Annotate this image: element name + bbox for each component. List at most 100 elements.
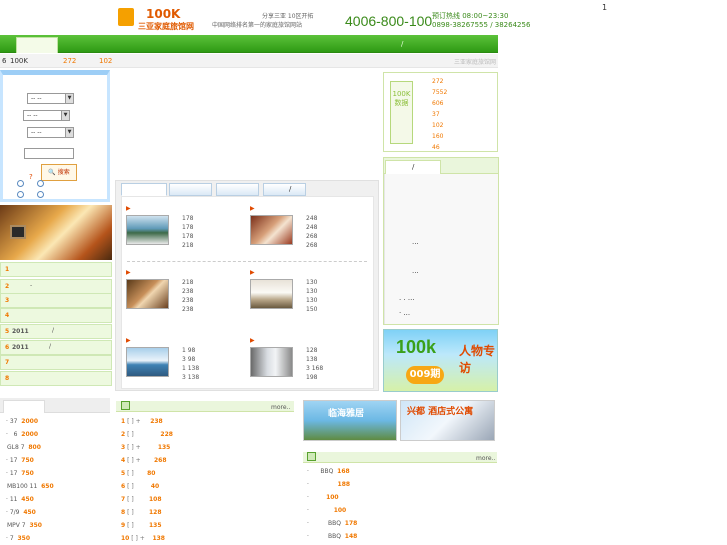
hours-line-2: 0898-38267555 / 38264256	[432, 21, 531, 29]
top-counter: 1	[602, 3, 608, 12]
list-item[interactable]: · BBQ 168	[307, 468, 350, 475]
hotel-card[interactable]: ▶ 178 178 178 218	[124, 205, 244, 255]
arrow-icon: ▶	[126, 269, 131, 276]
article-link[interactable]: . . ...	[399, 294, 415, 302]
hotel-thumbnail[interactable]	[126, 347, 169, 377]
keyword-input[interactable]	[24, 148, 74, 159]
hotel-card[interactable]: ▶ 1 98 3 98 1 138 3 138	[124, 337, 244, 387]
hotel-thumbnail[interactable]	[250, 279, 293, 309]
table-row[interactable]: 9 [ ] 135	[121, 522, 162, 529]
list-item[interactable]: MPV 7 350	[7, 522, 42, 529]
home-icon	[121, 401, 130, 410]
tab-2[interactable]	[169, 183, 212, 196]
tab-4[interactable]: /	[263, 183, 306, 196]
list-item[interactable]: 7	[0, 355, 112, 370]
list-item[interactable]: 3	[0, 293, 112, 308]
table-row[interactable]: 2 [ ] 228	[121, 431, 173, 438]
more-link[interactable]: more..	[271, 404, 290, 411]
help-mark: ?	[29, 173, 33, 181]
list-item[interactable]: · 37 2000	[6, 418, 38, 425]
type-select[interactable]: -- -- ▼	[23, 110, 70, 121]
table-row[interactable]: 5 [ ] 80	[121, 470, 155, 477]
table-row[interactable]: 8 [ ] 128	[121, 509, 162, 516]
article-link[interactable]: ...	[412, 238, 419, 246]
car-header	[0, 398, 110, 413]
price-list: 248 248 268 268	[306, 215, 318, 249]
price-list: 128 138 3 168 198	[306, 347, 324, 381]
list-item[interactable]: 8	[0, 371, 112, 386]
nav-tab-home[interactable]	[16, 37, 58, 53]
list-item[interactable]: · 7/9 450	[6, 509, 36, 516]
logo-subtitle: 三亚家庭旅馆网	[138, 22, 194, 31]
list-item[interactable]: 4	[0, 308, 112, 323]
list-item[interactable]: MB100 11 650	[7, 483, 54, 490]
tab-articles[interactable]: /	[385, 160, 441, 174]
service-hours: 预订热线 08:00~23:30 0898-38267555 / 3826425…	[432, 12, 530, 30]
hotel-thumbnail[interactable]	[126, 215, 169, 245]
table-row[interactable]: 7 [ ] 108	[121, 496, 162, 503]
main-nav: /	[0, 35, 498, 53]
arrow-icon: ▶	[250, 205, 255, 212]
table-row[interactable]: 6 [ ] 40	[121, 483, 159, 490]
featured-hotels-panel: / ▶ 178 178 178 218 ▶ 248 248 268 268 ▶ 218 238…	[115, 180, 379, 391]
list-item[interactable]: · 6 2000	[6, 431, 38, 438]
list-item[interactable]: 2-	[0, 279, 112, 294]
ranking-panel: more.. 1 [ ] + 238 2 [ ] 228 3 [ ] + 135…	[116, 398, 294, 545]
list-item[interactable]: · 188	[307, 481, 350, 488]
chevron-down-icon: ▼	[61, 111, 69, 120]
list-item[interactable]: · 7 350	[6, 535, 30, 542]
hotel-card[interactable]: ▶ 128 138 3 168 198	[248, 337, 368, 387]
hotel-card[interactable]: ▶ 130 130 130 150	[248, 269, 368, 319]
article-link[interactable]: ...	[412, 267, 419, 275]
hotel-card[interactable]: ▶ 218 238 238 238	[124, 269, 244, 319]
info-strip: 6 100K 272 102 三亚家庭旅馆网	[0, 54, 498, 68]
tab-featured[interactable]	[121, 183, 167, 196]
list-item[interactable]: · BBQ 178	[307, 520, 357, 527]
hotel-thumbnail[interactable]	[126, 279, 169, 309]
hotel-photo[interactable]	[0, 205, 112, 260]
hotline-number: 4006-800-100	[345, 13, 433, 29]
list-item[interactable]: · 17 750	[6, 470, 34, 477]
site-logo[interactable]: 100K 三亚家庭旅馆网	[118, 6, 198, 31]
chevron-down-icon: ▼	[65, 94, 73, 103]
list-item[interactable]: GL8 7 800	[7, 444, 41, 451]
slogan: 分享三亚 10区开拓 中国网络排名第一的家庭旅馆网站	[212, 12, 322, 30]
article-list: ... ... . . ... · ...	[384, 174, 498, 324]
hotel-thumbnail[interactable]	[250, 215, 293, 245]
search-button[interactable]: 🔍 搜索	[41, 164, 77, 181]
article-header: /	[384, 158, 498, 174]
list-item[interactable]: 6 2011/	[0, 340, 112, 355]
tab-cars[interactable]	[3, 400, 45, 413]
table-row[interactable]: 1 [ ] + 238	[121, 418, 163, 425]
table-row[interactable]: 10 [ ] + 138	[121, 535, 165, 542]
list-item[interactable]: · 100	[307, 494, 339, 501]
list-item[interactable]: · BBQ 148	[307, 533, 357, 540]
article-link[interactable]: · ...	[399, 309, 410, 317]
tab-3[interactable]	[216, 183, 259, 196]
magnifier-icon[interactable]	[37, 180, 44, 187]
list-item[interactable]: 5 2011/	[0, 324, 112, 339]
strip-room-count: 102	[99, 57, 113, 65]
price-select[interactable]: -- -- ▼	[27, 127, 74, 138]
arrow-icon: ▶	[250, 269, 255, 276]
more-link[interactable]: more..	[476, 455, 495, 462]
list-item[interactable]: · 100	[307, 507, 346, 514]
list-item[interactable]: · 11 450	[6, 496, 34, 503]
car-rental-panel: · 37 2000 · 6 2000 GL8 7 800 · 17 750 · …	[0, 398, 110, 545]
strip-site-name: 三亚家庭旅馆网	[453, 59, 496, 66]
list-item[interactable]: · 17 750	[6, 457, 34, 464]
magnifier-icon[interactable]	[17, 180, 24, 187]
magnifier-icon[interactable]	[37, 191, 44, 198]
ad-banner-linhai[interactable]: 临海雅居	[303, 400, 397, 441]
hotel-card[interactable]: ▶ 248 248 268 268	[248, 205, 368, 255]
magnifier-icon[interactable]	[17, 191, 24, 198]
ad-banner-xingdu[interactable]: 兴都 酒店式公寓	[400, 400, 495, 441]
table-row[interactable]: 4 [ ] + 268	[121, 457, 167, 464]
list-item[interactable]: 1	[0, 262, 112, 277]
table-row[interactable]: 3 [ ] + 135	[121, 444, 170, 451]
area-select[interactable]: -- -- ▼	[27, 93, 74, 104]
hotel-thumbnail[interactable]	[250, 347, 293, 377]
banner-issue: 009期	[406, 366, 444, 384]
interview-banner[interactable]: 100k 人物专访 009期	[383, 329, 498, 392]
arrow-icon: ▶	[126, 337, 131, 344]
